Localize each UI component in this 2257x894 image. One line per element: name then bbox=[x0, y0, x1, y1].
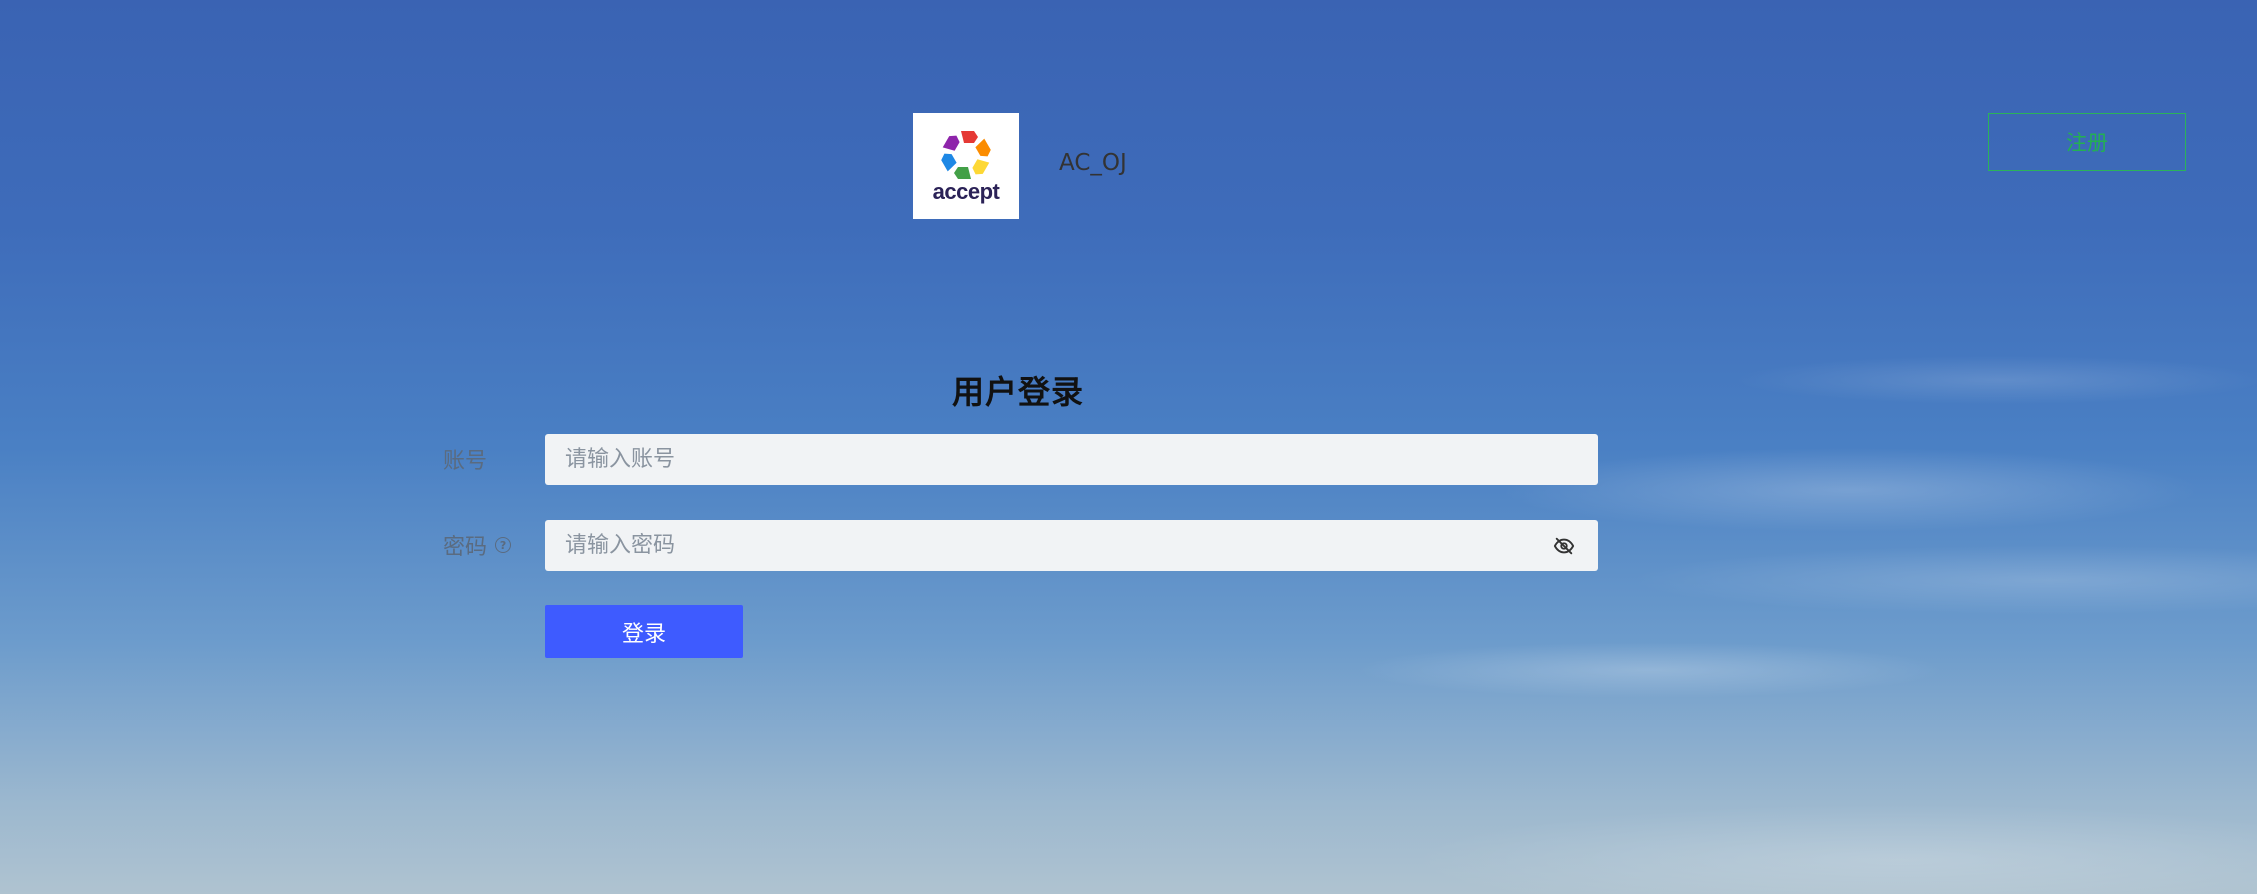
password-input[interactable] bbox=[545, 520, 1598, 571]
account-input[interactable] bbox=[545, 434, 1598, 485]
page-title: 用户登录 bbox=[952, 373, 1085, 411]
question-circle-icon[interactable]: ? bbox=[495, 537, 512, 553]
site-logo: accept bbox=[913, 113, 1019, 219]
login-button[interactable]: 登录 bbox=[545, 605, 743, 658]
logo-wordmark: accept bbox=[932, 179, 1000, 204]
eye-slash-icon[interactable] bbox=[1553, 535, 1575, 557]
accept-logo-icon bbox=[941, 131, 991, 179]
account-label-text: 账号 bbox=[443, 449, 488, 474]
site-name: AC_OJ bbox=[1059, 150, 1127, 176]
password-label: 密码 ? bbox=[443, 529, 512, 561]
account-label: 账号 bbox=[443, 443, 487, 475]
password-label-text: 密码 bbox=[443, 535, 488, 560]
register-button[interactable]: 注册 bbox=[1988, 113, 2186, 171]
